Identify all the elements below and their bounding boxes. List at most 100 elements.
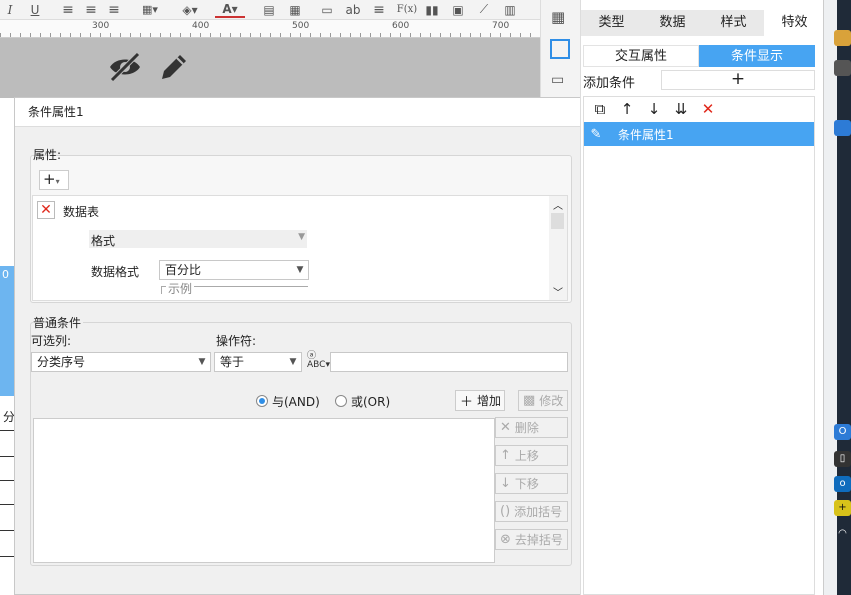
edit-icon[interactable]: ✎	[584, 127, 608, 142]
align-right-icon[interactable]: ≡	[106, 1, 122, 18]
column-value: 分类序号	[37, 355, 86, 369]
data-format-select[interactable]: 百分比 ▼	[159, 260, 309, 280]
tab-data[interactable]: 数据	[642, 10, 703, 36]
operator-select[interactable]: 等于 ▼	[214, 352, 302, 372]
subtab-conditional-display[interactable]: 条件显示	[699, 45, 815, 67]
right-property-panel: 类型 数据 样式 特效 交互属性 条件显示 添加条件 + ⧉ ↑ ↓ ⇊ ✕ ✎…	[580, 0, 825, 595]
arrow-up-icon[interactable]: ↑	[619, 100, 635, 118]
ruler-mark: 700	[492, 21, 510, 31]
condition-property-dialog: 条件属性1 属性: +▾ ✕ 数据表 格式 ▼ 数据格式 百分比 ▼ 示例 ︿ …	[14, 97, 584, 595]
outlook-icon[interactable]: O	[834, 424, 851, 440]
modify-label: 修改	[539, 394, 564, 408]
scroll-up-icon[interactable]: ︿	[553, 197, 563, 212]
chevron-down-icon: ▼	[289, 357, 297, 367]
condition-list-toolbar: ⧉ ↑ ↓ ⇊ ✕	[584, 97, 814, 121]
formula-abc-icon[interactable]: ⓐ ABC▾	[307, 352, 330, 370]
app-icon[interactable]	[834, 120, 851, 136]
property-tabs: 类型 数据 样式 特效	[581, 10, 825, 36]
align-left-icon[interactable]: ≡	[60, 1, 76, 18]
subtab-interaction[interactable]: 交互属性	[583, 45, 699, 67]
plus-icon: ＋	[460, 395, 474, 410]
font-color-icon[interactable]: A ▾	[215, 1, 245, 18]
row-divider	[0, 456, 14, 457]
condition-item[interactable]: ✎ 条件属性1	[584, 122, 814, 146]
chart-icon[interactable]: ▮▮	[423, 1, 441, 18]
app-icon[interactable]	[834, 60, 851, 76]
wrap-icon[interactable]: ≡	[370, 1, 388, 18]
merge-icon[interactable]: ▤	[261, 1, 277, 18]
cell-border-icon[interactable]: ▭	[318, 1, 336, 18]
align-center-icon[interactable]: ≡	[83, 1, 99, 18]
tab-style[interactable]: 样式	[703, 10, 764, 36]
selected-column: 0	[0, 266, 14, 396]
remove-attribute-icon[interactable]: ✕	[37, 201, 55, 219]
remove-bracket-button[interactable]: ⊗ 去掉括号	[495, 529, 568, 550]
row-divider	[0, 504, 14, 505]
chevron-down-icon: ▼	[298, 232, 305, 242]
column-select[interactable]: 分类序号 ▼	[31, 352, 211, 372]
move-bottom-icon[interactable]: ⇊	[673, 100, 689, 118]
cell-icon[interactable]: ▦	[287, 1, 303, 18]
scrollbar[interactable]: ︿ ﹀	[549, 196, 567, 300]
modify-button[interactable]: ▩ 修改	[518, 390, 568, 411]
add-condition-plus-button[interactable]: +	[661, 70, 815, 90]
or-label[interactable]: 或(OR)	[351, 393, 390, 410]
eye-off-icon[interactable]	[108, 52, 142, 82]
condition-list-panel: ⧉ ↑ ↓ ⇊ ✕ ✎ 条件属性1	[583, 96, 815, 595]
close-icon: ✕	[500, 420, 511, 435]
add-bracket-label: 添加括号	[514, 505, 563, 519]
ab-icon[interactable]: ab	[344, 1, 362, 18]
or-radio[interactable]	[335, 395, 347, 407]
font-color-label: A	[222, 1, 232, 16]
and-label[interactable]: 与(AND)	[272, 393, 320, 410]
data-format-value: 百分比	[165, 263, 202, 277]
pencil-icon[interactable]	[158, 51, 190, 83]
plus-circle-icon[interactable]: +	[834, 500, 851, 516]
file-icon[interactable]: ▥	[502, 1, 518, 18]
delete-icon[interactable]: ✕	[700, 100, 716, 118]
conditions-label: 普通条件	[33, 314, 84, 331]
chevron-down-icon: ▼	[198, 357, 206, 367]
formula-icon[interactable]: F(x)	[396, 1, 418, 18]
scroll-thumb[interactable]	[551, 213, 564, 229]
arrow-down-icon[interactable]: ↓	[646, 100, 662, 118]
ruler-mark: 400	[192, 21, 210, 31]
image-icon[interactable]: ▣	[449, 1, 467, 18]
chevron-down-icon: ▼	[296, 265, 304, 275]
panel-icon[interactable]: ▭	[551, 72, 564, 88]
table-settings-icon[interactable]: ▦	[551, 8, 565, 26]
copy-icon[interactable]: ⧉	[592, 100, 608, 118]
bracket-icon: ()	[500, 504, 511, 519]
ruler-mark: 600	[392, 21, 410, 31]
move-down-button[interactable]: ↓ 下移	[495, 473, 568, 494]
border-icon[interactable]: ▦▾	[136, 1, 164, 18]
format-row[interactable]: 格式 ▼	[89, 230, 307, 248]
wifi-icon[interactable]: ◠	[834, 526, 851, 542]
scroll-down-icon[interactable]: ﹀	[553, 284, 563, 299]
tab-type[interactable]: 类型	[581, 10, 642, 36]
delete-label: 删除	[514, 421, 539, 435]
selection-frame-icon[interactable]	[550, 39, 570, 59]
and-radio[interactable]	[256, 395, 268, 407]
outlook-mail-icon[interactable]: o	[834, 476, 851, 492]
desktop-side-strip: O ▯ o + ◠	[824, 0, 851, 595]
folder-icon[interactable]	[834, 30, 851, 46]
tab-effects[interactable]: 特效	[764, 10, 825, 36]
move-up-label: 上移	[514, 449, 539, 463]
device-icon[interactable]: ▯	[834, 451, 851, 467]
condition-value-input[interactable]	[330, 352, 568, 372]
add-bracket-button[interactable]: () 添加括号	[495, 501, 568, 522]
slash-icon[interactable]: ⟋	[475, 1, 493, 18]
italic-icon[interactable]: I	[4, 1, 16, 18]
delete-button[interactable]: ✕ 删除	[495, 417, 568, 438]
conditions-list[interactable]	[33, 418, 495, 563]
chevron-down-icon: ▾	[55, 177, 60, 186]
underline-icon[interactable]: U	[28, 1, 42, 18]
add-condition-button[interactable]: ＋增加	[455, 390, 505, 411]
row-divider	[0, 530, 14, 531]
canvas-area	[0, 38, 540, 98]
effects-subtabs: 交互属性 条件显示	[583, 45, 815, 67]
move-up-button[interactable]: ↑ 上移	[495, 445, 568, 466]
add-attribute-button[interactable]: +▾	[39, 170, 69, 190]
fill-color-icon[interactable]: ◈▾	[176, 1, 204, 18]
